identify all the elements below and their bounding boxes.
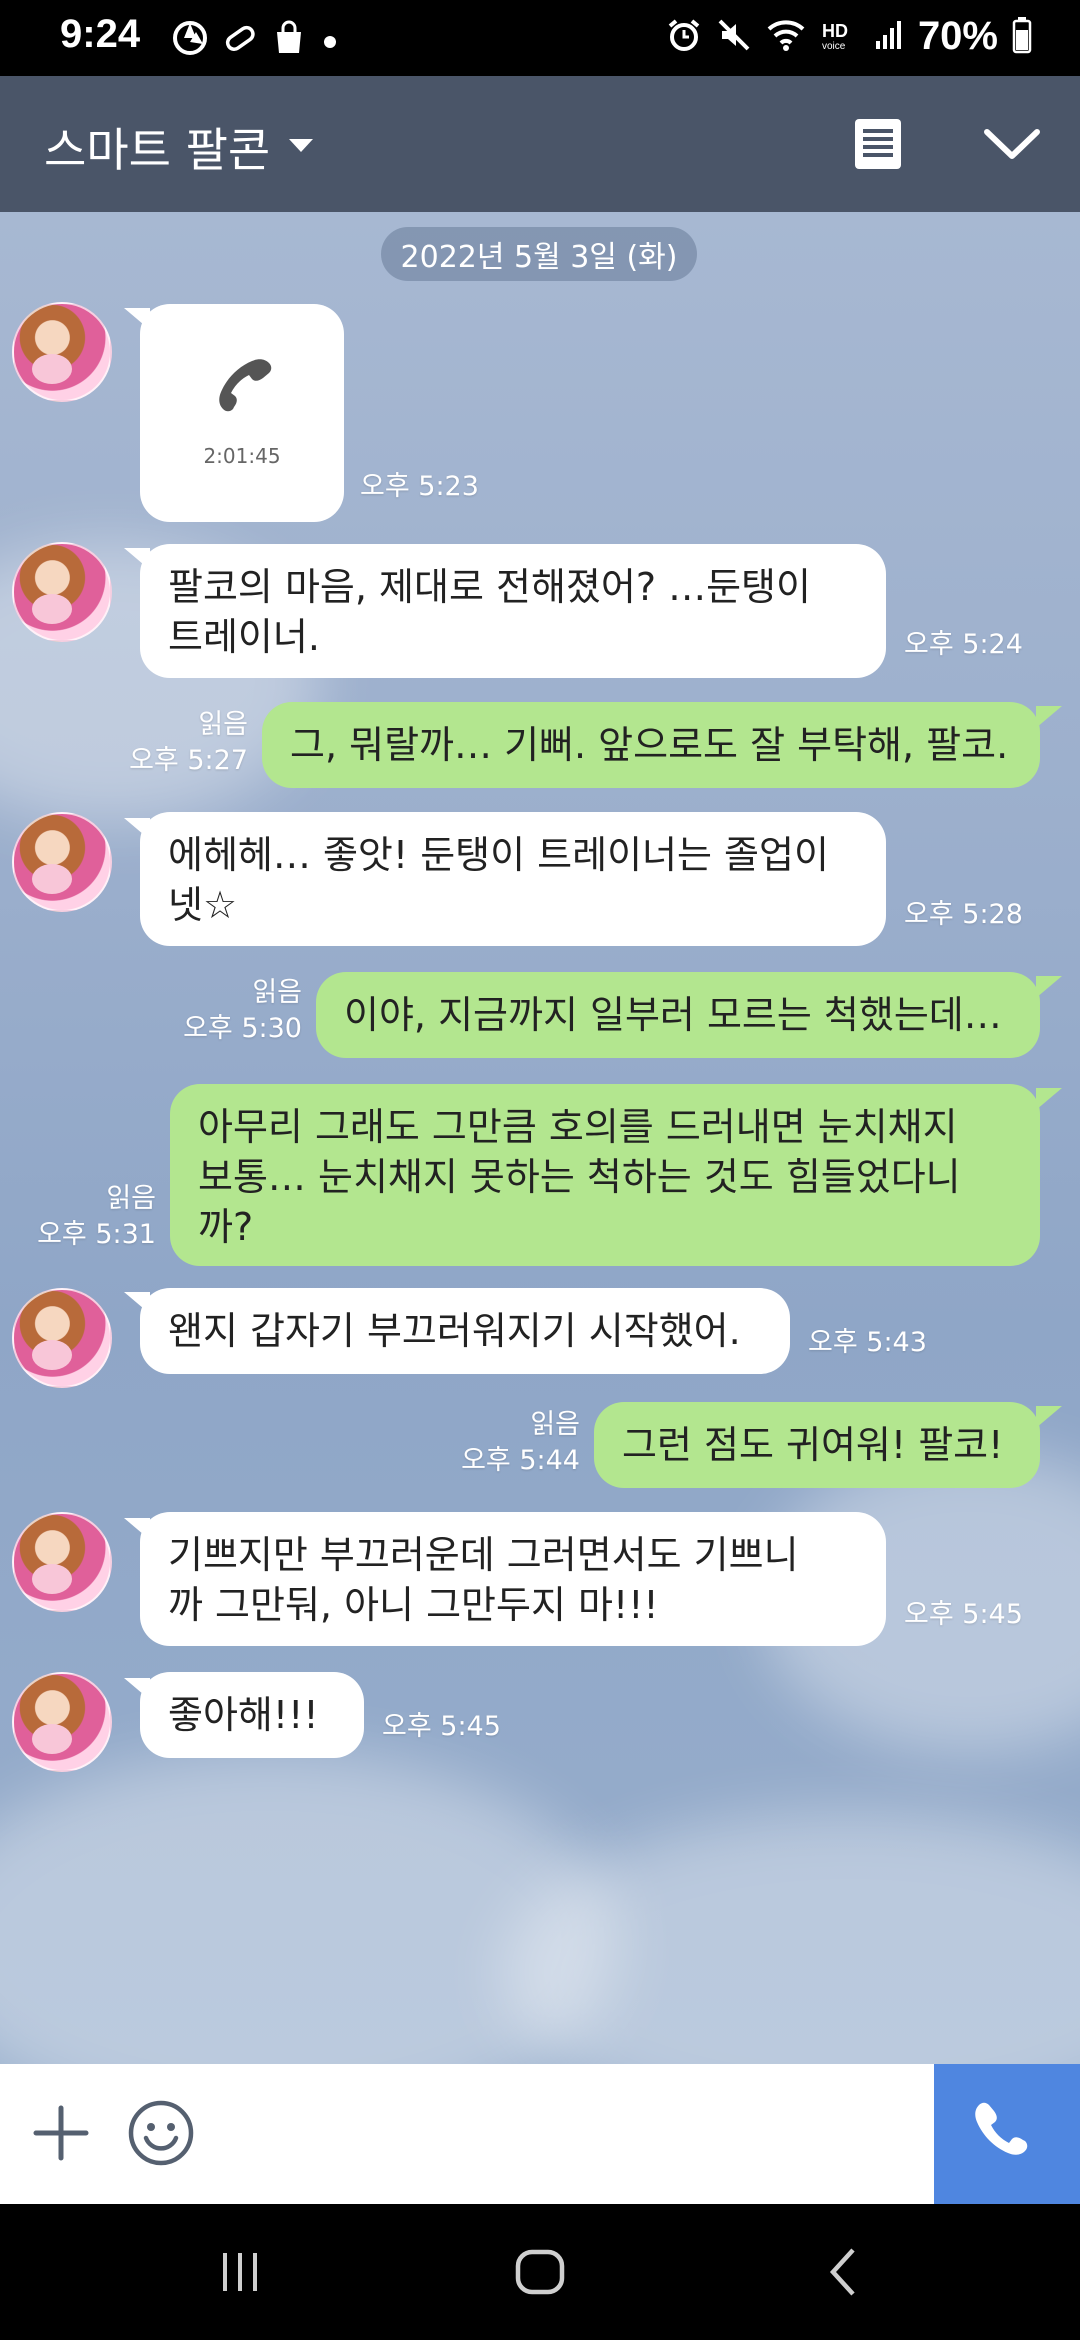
bubble-tail xyxy=(1036,1088,1062,1110)
message-bubble[interactable]: 에헤헤… 좋앗! 둔탱이 트레이너는 졸업이 넷☆ xyxy=(140,812,886,946)
message-time: 오후 5:27 xyxy=(129,745,248,776)
phone-icon xyxy=(975,2100,1039,2168)
message-bubble[interactable]: 이야, 지금까지 일부러 모르는 척했는데… xyxy=(316,972,1040,1058)
dot-icon xyxy=(320,20,340,60)
pill-icon xyxy=(222,20,258,60)
avatar[interactable] xyxy=(12,1672,112,1772)
chat-area[interactable]: 2022년 5월 3일 (화) 2:01:45 오후 5:23 팔코의 마음, … xyxy=(0,212,1080,2064)
back-button[interactable] xyxy=(812,2242,876,2306)
battery-icon xyxy=(1012,16,1032,58)
hd-voice-icon: HD voice xyxy=(820,17,860,57)
read-status: 읽음 xyxy=(530,1409,580,1440)
attach-button[interactable] xyxy=(28,2102,94,2168)
read-status: 읽음 xyxy=(106,1183,156,1214)
message-text-line: 팔코의 마음, 제대로 전해졌어? …둔탱이 xyxy=(168,565,811,609)
input-bar xyxy=(0,2064,1080,2204)
message-time: 오후 5:45 xyxy=(382,1711,501,1742)
avatar[interactable] xyxy=(12,542,112,642)
system-icons: HD voice 70% xyxy=(666,14,1032,59)
recent-apps-icon xyxy=(215,2247,265,2301)
message-time: 오후 5:43 xyxy=(808,1327,927,1358)
svg-text:voice: voice xyxy=(822,41,846,52)
wifi-icon xyxy=(766,17,806,57)
chat-title: 스마트 팔콘 xyxy=(44,123,271,177)
menu-list-icon xyxy=(853,117,903,175)
message-time: 오후 5:23 xyxy=(360,471,479,502)
avatar[interactable] xyxy=(12,812,112,912)
dropdown-caret-icon xyxy=(286,135,316,159)
message-text-line: 까? xyxy=(198,1205,254,1249)
message-time: 오후 5:31 xyxy=(37,1219,156,1250)
message-bubble[interactable]: 팔코의 마음, 제대로 전해졌어? …둔탱이 트레이너. xyxy=(140,544,886,678)
avatar[interactable] xyxy=(12,1288,112,1388)
message-text-line: 이야, 지금까지 일부러 모르는 척했는데… xyxy=(344,993,1002,1037)
message-bubble[interactable]: 좋아해!!! xyxy=(140,1672,364,1758)
message-time: 오후 5:24 xyxy=(904,629,1023,660)
read-status: 읽음 xyxy=(198,709,248,740)
message-time: 오후 5:45 xyxy=(904,1599,1023,1630)
home-icon xyxy=(512,2244,568,2304)
avatar[interactable] xyxy=(12,1512,112,1612)
message-text-line: 보통… 눈치채지 못하는 척하는 것도 힘들었다니 xyxy=(198,1155,961,1199)
recent-apps-button[interactable] xyxy=(208,2242,272,2306)
message-bubble[interactable]: 기쁘지만 부끄러운데 그러면서도 기쁘니 까 그만둬, 아니 그만두지 마!!! xyxy=(140,1512,886,1646)
call-duration: 2:01:45 xyxy=(203,444,281,468)
aperture-icon xyxy=(172,20,208,60)
message-text-line: 좋아해!!! xyxy=(168,1693,319,1737)
message-text-line: 그런 점도 귀여워! 팔코! xyxy=(622,1423,1004,1467)
menu-list-button[interactable] xyxy=(848,116,908,176)
signal-icon xyxy=(874,17,904,57)
call-bubble[interactable]: 2:01:45 xyxy=(140,304,344,522)
emoji-icon xyxy=(128,2100,194,2170)
chat-title-dropdown[interactable]: 스마트 팔콘 xyxy=(44,114,316,180)
status-bar: 9:24 HD voice 70% xyxy=(0,0,1080,76)
message-text-line: 에헤헤… 좋앗! 둔탱이 트레이너는 졸업이 xyxy=(168,833,829,877)
call-button[interactable] xyxy=(934,2064,1080,2204)
back-icon xyxy=(819,2244,869,2304)
notification-icons xyxy=(172,20,340,60)
message-text-line: 까 그만둬, 아니 그만두지 마!!! xyxy=(168,1583,659,1627)
message-time: 오후 5:30 xyxy=(183,1013,302,1044)
system-nav-bar xyxy=(0,2204,1080,2340)
bubble-tail xyxy=(1036,976,1062,998)
background-cloud xyxy=(500,1812,1080,2064)
message-text-line: 왠지 갑자기 부끄러워지기 시작했어. xyxy=(168,1309,741,1353)
avatar[interactable] xyxy=(12,302,112,402)
mute-icon xyxy=(716,17,752,57)
message-text-line: 그, 뭐랄까… 기뻐. 앞으로도 잘 부탁해, 팔코. xyxy=(290,723,1009,767)
message-text-line: 넷☆ xyxy=(168,883,238,927)
message-text-line: 아무리 그래도 그만큼 호의를 드러내면 눈치채지 xyxy=(198,1105,958,1149)
collapse-button[interactable] xyxy=(982,116,1042,176)
alarm-icon xyxy=(666,17,702,57)
bubble-tail xyxy=(1036,1406,1062,1428)
plus-icon xyxy=(30,2102,92,2168)
bag-icon xyxy=(272,20,306,60)
bubble-tail xyxy=(1036,706,1062,728)
message-time: 오후 5:44 xyxy=(461,1445,580,1476)
svg-text:HD: HD xyxy=(822,21,848,41)
battery-percent: 70% xyxy=(917,14,998,58)
chevron-down-icon xyxy=(982,124,1042,168)
status-time: 9:24 xyxy=(60,12,141,56)
message-time: 오후 5:28 xyxy=(904,899,1023,930)
message-bubble[interactable]: 그, 뭐랄까… 기뻐. 앞으로도 잘 부탁해, 팔코. xyxy=(262,702,1040,788)
read-status: 읽음 xyxy=(252,977,302,1008)
message-text-line: 트레이너. xyxy=(168,615,320,659)
chat-header: 스마트 팔콘 xyxy=(0,76,1080,212)
phone-icon xyxy=(210,359,274,427)
home-button[interactable] xyxy=(508,2242,572,2306)
message-bubble[interactable]: 아무리 그래도 그만큼 호의를 드러내면 눈치채지 보통… 눈치채지 못하는 척… xyxy=(170,1084,1040,1266)
message-bubble[interactable]: 왠지 갑자기 부끄러워지기 시작했어. xyxy=(140,1288,790,1374)
message-text-line: 기쁘지만 부끄러운데 그러면서도 기쁘니 xyxy=(168,1533,799,1577)
emoji-button[interactable] xyxy=(128,2100,194,2170)
message-bubble[interactable]: 그런 점도 귀여워! 팔코! xyxy=(594,1402,1040,1488)
date-divider: 2022년 5월 3일 (화) xyxy=(381,227,697,281)
